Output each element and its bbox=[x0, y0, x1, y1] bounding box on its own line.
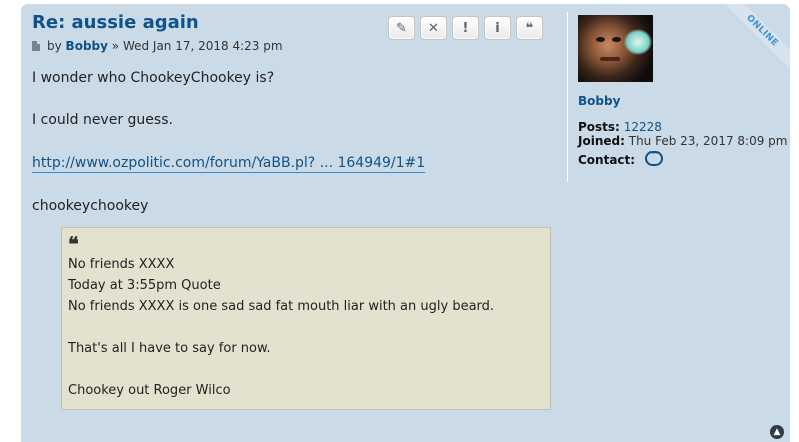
avatar-eye bbox=[612, 37, 621, 42]
edit-button[interactable]: ✎ bbox=[388, 16, 415, 40]
posts-count-link[interactable]: 12228 bbox=[624, 120, 662, 134]
info-button[interactable]: i bbox=[484, 16, 511, 40]
profile-posts: Posts: 12228 bbox=[578, 120, 662, 134]
quote-icon: ❝ bbox=[525, 20, 534, 36]
avatar[interactable] bbox=[578, 15, 653, 82]
delete-button[interactable]: ✕ bbox=[420, 16, 447, 40]
post-author-link[interactable]: Bobby bbox=[66, 39, 108, 53]
post-icon[interactable] bbox=[32, 41, 40, 51]
post-meta: by Bobby » Wed Jan 17, 2018 4:23 pm bbox=[32, 39, 283, 53]
quote-spacer bbox=[68, 317, 544, 338]
post-title[interactable]: Re: aussie again bbox=[32, 12, 199, 33]
post-paragraph: chookeychookey bbox=[32, 198, 149, 214]
avatar-eye bbox=[596, 37, 605, 42]
profile-contact: Contact: bbox=[578, 146, 663, 168]
post-action-buttons: ✎ ✕ ! i ❝ bbox=[388, 16, 548, 40]
forum-post: ONLINE Re: aussie again by Bobby » Wed J… bbox=[21, 4, 790, 442]
quote-spacer bbox=[68, 359, 544, 380]
pencil-icon: ✎ bbox=[396, 20, 407, 36]
report-button[interactable]: ! bbox=[452, 16, 479, 40]
post-date: » Wed Jan 17, 2018 4:23 pm bbox=[111, 39, 283, 53]
avatar-light bbox=[624, 29, 652, 55]
post-paragraph: I wonder who ChookeyChookey is? bbox=[32, 70, 275, 86]
post-profile: Bobby Posts: 12228 Joined: Thu Feb 23, 2… bbox=[567, 12, 790, 182]
contact-icon[interactable] bbox=[644, 146, 663, 166]
post-paragraph: http://www.ozpolitic.com/forum/YaBB.pl? … bbox=[32, 153, 426, 173]
quote-line: Chookey out Roger Wilco bbox=[68, 383, 231, 398]
post-link[interactable]: http://www.ozpolitic.com/forum/YaBB.pl? … bbox=[32, 155, 426, 173]
posts-label: Posts: bbox=[578, 120, 620, 134]
exclamation-icon: ! bbox=[462, 20, 469, 36]
joined-label: Joined: bbox=[578, 134, 625, 148]
quote-line: No friends XXXX bbox=[68, 257, 175, 272]
profile-username[interactable]: Bobby bbox=[578, 94, 620, 108]
by-label: by bbox=[47, 39, 62, 53]
info-icon: i bbox=[495, 20, 500, 36]
close-icon: ✕ bbox=[428, 20, 439, 36]
post-paragraph: I could never guess. bbox=[32, 112, 173, 128]
quote-line: Today at 3:55pm Quote bbox=[68, 278, 221, 293]
profile-joined: Joined: Thu Feb 23, 2017 8:09 pm bbox=[578, 134, 787, 148]
quote-line: No friends XXXX is one sad sad fat mouth… bbox=[68, 299, 495, 314]
contact-label: Contact: bbox=[578, 153, 636, 167]
quote-button[interactable]: ❝ bbox=[516, 16, 543, 40]
avatar-mouth bbox=[600, 57, 620, 61]
blockquote: ❝ No friends XXXX Today at 3:55pm Quote … bbox=[61, 227, 551, 410]
quote-mark-icon: ❝ bbox=[68, 232, 79, 256]
back-to-top-icon[interactable]: ▲ bbox=[770, 425, 784, 439]
quote-line: That's all I have to say for now. bbox=[68, 341, 271, 356]
